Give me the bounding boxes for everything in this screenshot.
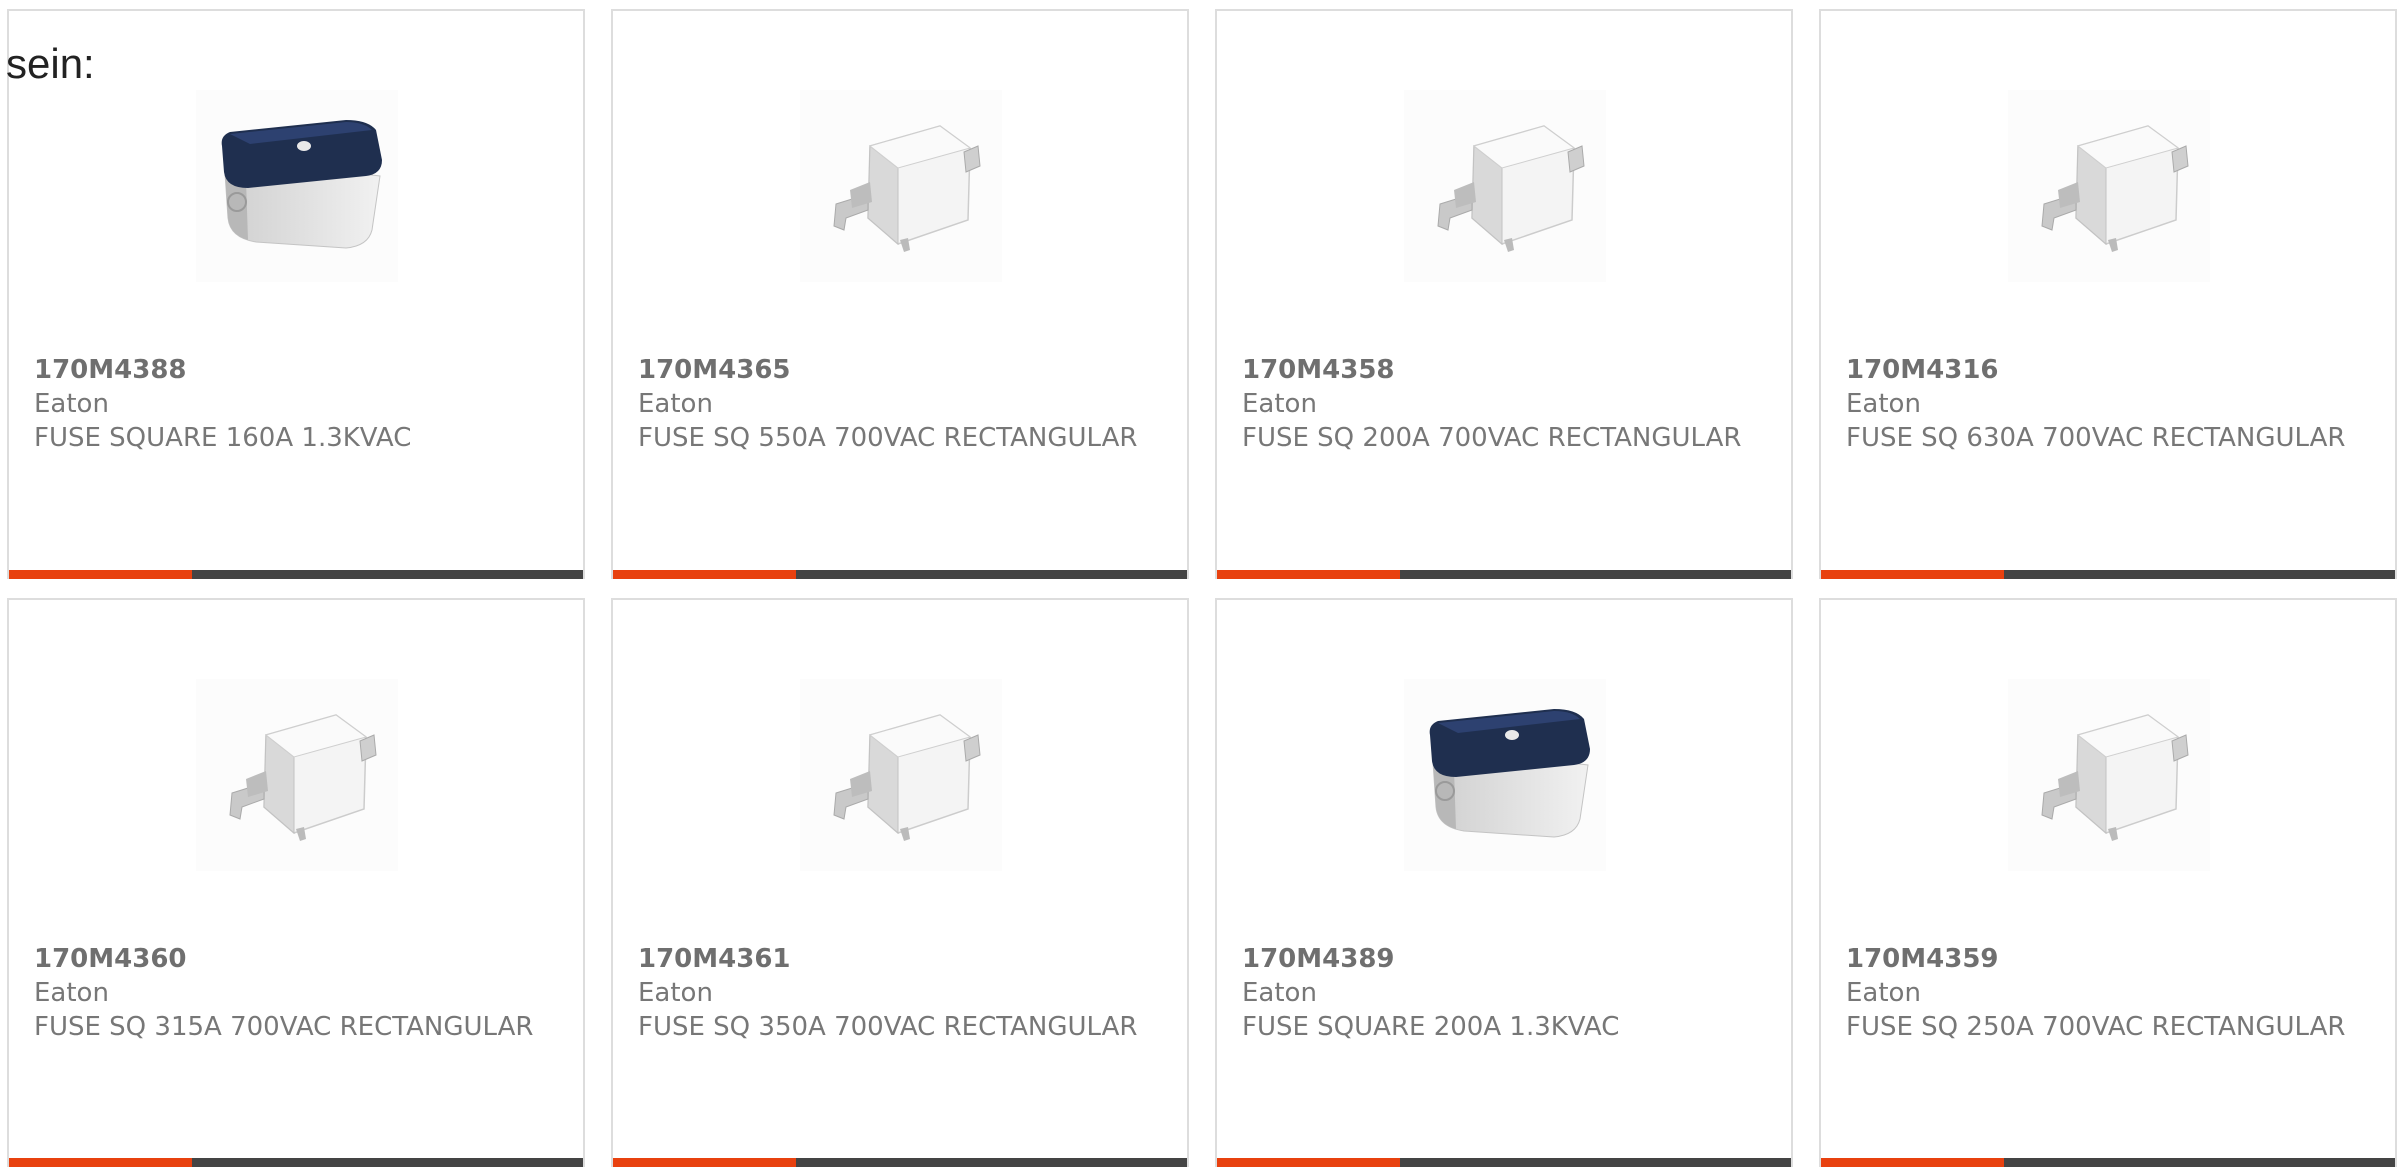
product-manufacturer: Eaton [34, 389, 109, 419]
fuse-rectangular-white-icon[interactable] [2008, 90, 2210, 282]
product-part-number[interactable]: 170M4361 [638, 942, 1158, 976]
card-accent-bar [613, 570, 796, 579]
product-manufacturer: Eaton [34, 978, 109, 1008]
card-accent-bar [1217, 1158, 1400, 1167]
product-description: FUSE SQ 315A 700VAC RECTANGULAR [34, 1012, 534, 1042]
card-accent-bar [9, 570, 192, 579]
card-footer-bar [1217, 1158, 1791, 1167]
product-part-number[interactable]: 170M4316 [1846, 353, 2366, 387]
product-description: FUSE SQUARE 160A 1.3KVAC [34, 423, 412, 453]
product-description: FUSE SQ 550A 700VAC RECTANGULAR [638, 423, 1138, 453]
product-card[interactable]: 170M4365 Eaton FUSE SQ 550A 700VAC RECTA… [611, 9, 1189, 579]
card-footer-bar [613, 1158, 1187, 1167]
product-manufacturer: Eaton [1242, 978, 1317, 1008]
product-card[interactable]: 170M4358 Eaton FUSE SQ 200A 700VAC RECTA… [1215, 9, 1793, 579]
fuse-square-blue-top-icon[interactable] [196, 90, 398, 282]
card-footer-bar [1821, 1158, 2395, 1167]
fuse-rectangular-white-icon[interactable] [800, 679, 1002, 871]
card-accent-bar [1821, 570, 2004, 579]
card-footer-bar [9, 570, 583, 579]
card-footer-bar [1217, 570, 1791, 579]
product-description: FUSE SQ 250A 700VAC RECTANGULAR [1846, 1012, 2346, 1042]
product-description: FUSE SQUARE 200A 1.3KVAC [1242, 1012, 1620, 1042]
product-description: FUSE SQ 350A 700VAC RECTANGULAR [638, 1012, 1138, 1042]
product-card[interactable]: 170M4360 Eaton FUSE SQ 315A 700VAC RECTA… [7, 598, 585, 1167]
product-card[interactable]: 170M4361 Eaton FUSE SQ 350A 700VAC RECTA… [611, 598, 1189, 1167]
product-description: FUSE SQ 200A 700VAC RECTANGULAR [1242, 423, 1742, 453]
product-card[interactable]: 170M4359 Eaton FUSE SQ 250A 700VAC RECTA… [1819, 598, 2397, 1167]
product-description: FUSE SQ 630A 700VAC RECTANGULAR [1846, 423, 2346, 453]
product-grid-page: sein: 170M4388 Eaton FUSE SQUARE 160A 1.… [0, 0, 2400, 1167]
card-accent-bar [613, 1158, 796, 1167]
fuse-rectangular-white-icon[interactable] [1404, 90, 1606, 282]
product-manufacturer: Eaton [1846, 978, 1921, 1008]
product-manufacturer: Eaton [1242, 389, 1317, 419]
product-manufacturer: Eaton [638, 389, 713, 419]
intro-text: sein: [6, 40, 95, 87]
product-manufacturer: Eaton [1846, 389, 1921, 419]
product-part-number[interactable]: 170M4360 [34, 942, 554, 976]
card-accent-bar [1821, 1158, 2004, 1167]
fuse-rectangular-white-icon[interactable] [800, 90, 1002, 282]
product-card[interactable]: 170M4389 Eaton FUSE SQUARE 200A 1.3KVAC [1215, 598, 1793, 1167]
product-part-number[interactable]: 170M4358 [1242, 353, 1762, 387]
card-accent-bar [9, 1158, 192, 1167]
card-accent-bar [1217, 570, 1400, 579]
product-part-number[interactable]: 170M4365 [638, 353, 1158, 387]
product-card[interactable]: 170M4316 Eaton FUSE SQ 630A 700VAC RECTA… [1819, 9, 2397, 579]
product-part-number[interactable]: 170M4388 [34, 353, 554, 387]
card-footer-bar [613, 570, 1187, 579]
product-part-number[interactable]: 170M4389 [1242, 942, 1762, 976]
product-manufacturer: Eaton [638, 978, 713, 1008]
fuse-square-blue-top-icon[interactable] [1404, 679, 1606, 871]
fuse-rectangular-white-icon[interactable] [2008, 679, 2210, 871]
product-card[interactable]: 170M4388 Eaton FUSE SQUARE 160A 1.3KVAC [7, 9, 585, 579]
product-part-number[interactable]: 170M4359 [1846, 942, 2366, 976]
card-footer-bar [1821, 570, 2395, 579]
fuse-rectangular-white-icon[interactable] [196, 679, 398, 871]
card-footer-bar [9, 1158, 583, 1167]
